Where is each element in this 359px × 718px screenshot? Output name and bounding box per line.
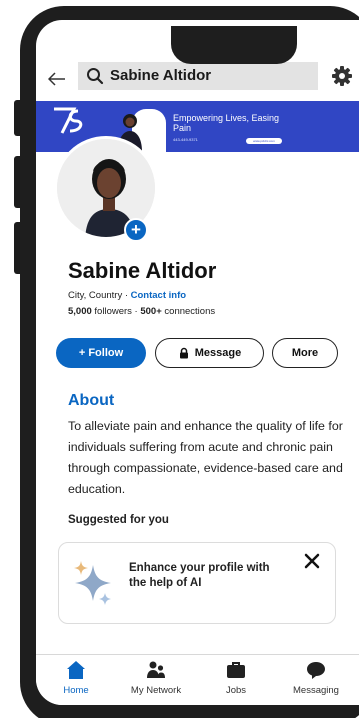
lock-icon bbox=[179, 347, 188, 359]
phone-screen: Sabine Altidor Empowering Lives, Easing … bbox=[36, 20, 359, 705]
followers-count: 5,000 bbox=[68, 306, 92, 317]
ai-suggestion-card[interactable]: Enhance your profile with the help of AI bbox=[58, 542, 336, 624]
nav-item-home[interactable]: Home bbox=[36, 656, 116, 705]
ai-card-text: Enhance your profile with the help of AI bbox=[129, 562, 270, 589]
brand-logo bbox=[54, 107, 83, 134]
nav-label-jobs: Jobs bbox=[225, 685, 247, 696]
chat-icon bbox=[307, 662, 325, 679]
nav-label-home: Home bbox=[63, 685, 89, 696]
follow-label: + Follow bbox=[78, 347, 124, 359]
search-query: Sabine Altidor bbox=[110, 67, 212, 84]
connections-label: connections bbox=[161, 306, 216, 317]
briefcase-icon bbox=[227, 662, 245, 678]
banner-phone: 443-449-9371 bbox=[173, 137, 198, 142]
banner-url: www.pcldrc.com bbox=[246, 138, 282, 144]
contact-info-link[interactable]: Contact info bbox=[131, 290, 186, 301]
connections-count: 500+ bbox=[140, 306, 162, 317]
more-button[interactable]: More bbox=[272, 338, 338, 368]
follow-button[interactable]: + Follow bbox=[56, 338, 146, 368]
message-label: Message bbox=[194, 347, 242, 359]
phone-notch bbox=[171, 26, 297, 64]
bottom-nav: Home My Network Jobs Messaging bbox=[36, 656, 359, 705]
nav-item-my-network[interactable]: My Network bbox=[116, 656, 196, 705]
close-icon[interactable] bbox=[303, 552, 321, 570]
banner-title: Empowering Lives, Easing Pain bbox=[173, 113, 280, 133]
profile-location: City, Country · Contact info bbox=[68, 290, 186, 301]
gear-icon[interactable] bbox=[330, 64, 354, 88]
profile-name: Sabine Altidor bbox=[68, 258, 217, 283]
nav-label-messaging: Messaging bbox=[293, 685, 339, 696]
top-bar: Sabine Altidor bbox=[36, 60, 359, 98]
message-button[interactable]: Message bbox=[155, 338, 264, 368]
search-input[interactable]: Sabine Altidor bbox=[78, 62, 318, 90]
sparkle-icon bbox=[74, 561, 111, 605]
phone-mockup: Sabine Altidor Empowering Lives, Easing … bbox=[0, 0, 359, 718]
home-icon bbox=[67, 661, 85, 679]
profile-stats: 5,000 followers · 500+ connections bbox=[68, 306, 215, 317]
nav-divider bbox=[36, 654, 359, 655]
nav-item-jobs[interactable]: Jobs bbox=[196, 656, 276, 705]
suggested-heading: Suggested for you bbox=[68, 514, 169, 526]
search-icon bbox=[87, 68, 104, 85]
about-heading: About bbox=[68, 392, 115, 409]
nav-item-messaging[interactable]: Messaging bbox=[276, 656, 356, 705]
followers-label: followers · bbox=[91, 306, 141, 317]
back-arrow-icon[interactable] bbox=[44, 66, 70, 92]
add-photo-icon[interactable]: + bbox=[124, 218, 148, 242]
people-icon bbox=[147, 661, 165, 678]
more-label: More bbox=[291, 347, 319, 359]
location-text: City, Country · bbox=[68, 290, 131, 301]
about-text: To alleviate pain and enhance the qualit… bbox=[68, 419, 343, 496]
nav-label-my-network: My Network bbox=[130, 685, 182, 696]
